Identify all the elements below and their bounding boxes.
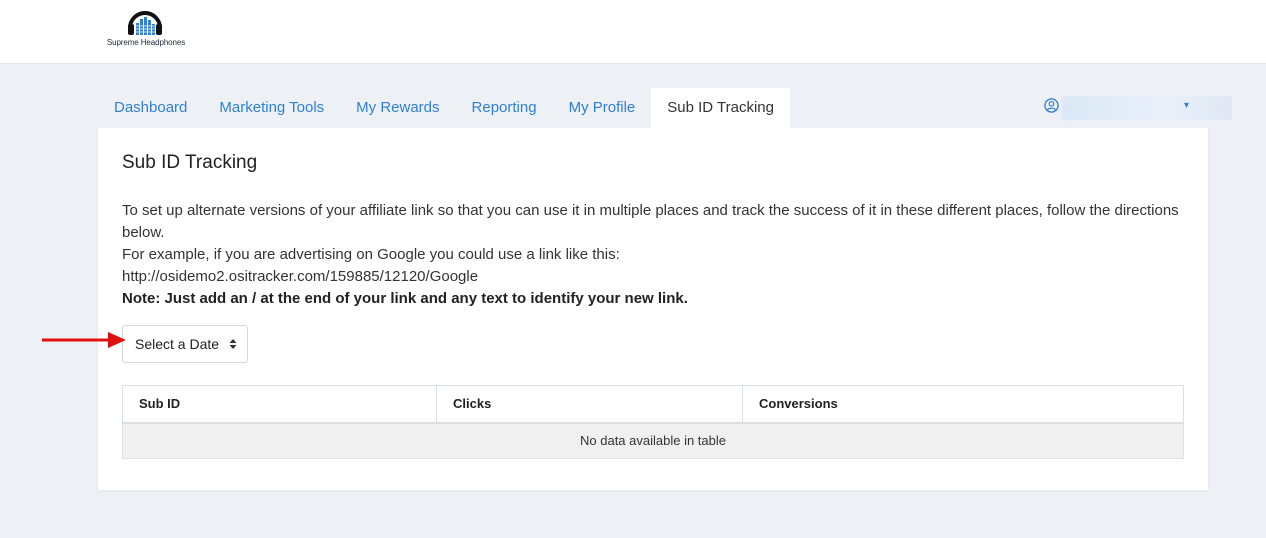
- column-header-conversions[interactable]: Conversions: [742, 385, 1184, 424]
- brand-logo[interactable]: Supreme Headphones: [100, 8, 192, 50]
- table-header-row: Sub ID Clicks Conversions: [122, 385, 1184, 424]
- tab-sub-id-tracking[interactable]: Sub ID Tracking: [651, 88, 790, 128]
- tab-marketing-tools[interactable]: Marketing Tools: [203, 88, 340, 128]
- user-name-redacted: [1062, 96, 1232, 120]
- example-link-text: http://osidemo2.ositracker.com/159885/12…: [122, 268, 479, 285]
- column-header-sub-id[interactable]: Sub ID: [122, 385, 437, 424]
- note-text: Note: Just add an / at the end of your l…: [122, 290, 688, 307]
- example-intro-text: For example, if you are advertising on G…: [122, 246, 620, 263]
- column-header-clicks[interactable]: Clicks: [436, 385, 743, 424]
- table-row: No data available in table: [122, 422, 1184, 459]
- date-select[interactable]: Select a Date: [122, 325, 248, 363]
- brand-name: Supreme Headphones: [106, 38, 186, 47]
- tab-dashboard[interactable]: Dashboard: [98, 88, 203, 128]
- user-circle-icon: [1044, 98, 1059, 113]
- instructions: To set up alternate versions of your aff…: [122, 200, 1182, 310]
- main-nav-tabs: Dashboard Marketing Tools My Rewards Rep…: [98, 88, 790, 128]
- intro-text: To set up alternate versions of your aff…: [122, 202, 1179, 241]
- empty-table-message: No data available in table: [122, 422, 1184, 459]
- top-bar: Supreme Headphones: [0, 0, 1266, 64]
- chevron-down-icon: ▾: [1184, 100, 1190, 111]
- page-title: Sub ID Tracking: [122, 152, 258, 173]
- tab-my-rewards[interactable]: My Rewards: [340, 88, 455, 128]
- arrow-pointer-icon: [42, 332, 126, 348]
- tab-reporting[interactable]: Reporting: [456, 88, 553, 128]
- tab-my-profile[interactable]: My Profile: [553, 88, 652, 128]
- sub-id-table: Sub ID Clicks Conversions No data availa…: [122, 385, 1184, 459]
- sub-id-tracking-panel: Sub ID Tracking To set up alternate vers…: [98, 128, 1208, 490]
- headphones-logo-icon: [128, 11, 162, 35]
- sort-caret-icon: [229, 339, 237, 349]
- date-select-label: Select a Date: [135, 336, 220, 352]
- user-menu[interactable]: ▾: [1044, 96, 1232, 120]
